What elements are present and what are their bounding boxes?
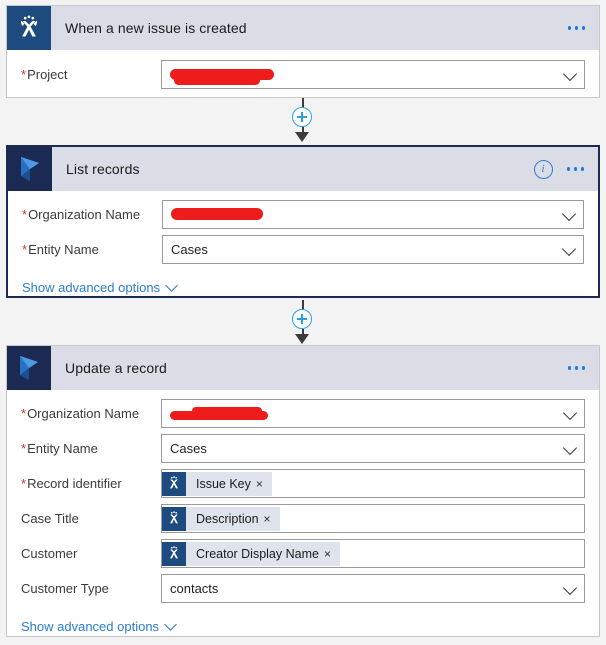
dynamic-content-token[interactable]: Creator Display Name × xyxy=(162,541,340,566)
card-menu-button[interactable] xyxy=(566,163,584,175)
token-label: Issue Key xyxy=(196,476,251,491)
required-asterisk: * xyxy=(22,207,28,222)
advanced-options-row: Show advanced options xyxy=(7,606,599,640)
case-title-input[interactable]: Description × xyxy=(161,504,585,533)
entity-name-dropdown[interactable]: Cases xyxy=(161,434,585,463)
field-row-organization-name: *Organization Name xyxy=(7,396,599,431)
dynamics365-icon xyxy=(8,147,52,191)
card-title: List records xyxy=(66,161,140,177)
card-header-update-record: Update a record xyxy=(7,346,599,390)
show-advanced-options-link[interactable]: Show advanced options xyxy=(21,619,159,634)
close-icon[interactable]: × xyxy=(264,513,280,525)
field-row-entity-name: *Entity Name Cases xyxy=(7,431,599,466)
organization-name-dropdown[interactable] xyxy=(162,200,584,229)
field-row-case-title: Case Title Description × xyxy=(7,501,599,536)
flow-canvas: When a new issue is created *Project Lis… xyxy=(0,0,606,645)
required-asterisk: * xyxy=(21,476,27,491)
flow-card-list-records[interactable]: List records i *Organization Name *Entit… xyxy=(6,145,600,298)
entity-name-value: Cases xyxy=(170,441,207,456)
field-label-case-title: Case Title xyxy=(21,511,79,526)
card-menu-button[interactable] xyxy=(567,22,585,34)
chevron-down-icon xyxy=(562,405,578,420)
card-header-actions xyxy=(567,362,600,374)
chevron-down-icon xyxy=(562,440,578,455)
entity-name-dropdown[interactable]: Cases xyxy=(162,235,584,264)
jira-icon xyxy=(162,506,186,531)
customer-type-dropdown[interactable]: contacts xyxy=(161,574,585,603)
field-label-organization-name: *Organization Name xyxy=(21,406,140,421)
field-label-entity-name: *Entity Name xyxy=(21,441,98,456)
info-icon[interactable]: i xyxy=(533,159,553,179)
organization-name-dropdown[interactable] xyxy=(161,399,585,428)
record-identifier-input[interactable]: Issue Key × xyxy=(161,469,585,498)
insert-step-button[interactable] xyxy=(292,309,312,329)
required-asterisk: * xyxy=(21,67,27,82)
flow-card-trigger[interactable]: When a new issue is created *Project xyxy=(6,5,600,98)
field-label-organization-name: *Organization Name xyxy=(22,207,141,222)
arrow-down-icon xyxy=(295,132,309,142)
card-title: Update a record xyxy=(65,360,167,376)
card-body-list-records: *Organization Name *Entity Name Cases Sh… xyxy=(8,197,598,301)
flow-card-update-record[interactable]: Update a record *Organization Name *Enti… xyxy=(6,345,600,637)
connector-1 xyxy=(0,98,606,146)
field-label-customer: Customer xyxy=(21,546,78,561)
field-row-customer-type: Customer Type contacts xyxy=(7,571,599,606)
field-label-entity-name: *Entity Name xyxy=(22,242,99,257)
entity-name-value: Cases xyxy=(171,242,208,257)
redacted-value xyxy=(170,406,270,421)
chevron-down-icon xyxy=(164,617,177,631)
connector-line xyxy=(302,329,304,336)
card-header-list-records: List records i xyxy=(8,147,598,191)
field-row-project: *Project xyxy=(7,57,599,92)
customer-input[interactable]: Creator Display Name × xyxy=(161,539,585,568)
redacted-value xyxy=(171,207,266,222)
field-row-entity-name: *Entity Name Cases xyxy=(8,232,598,267)
show-advanced-options-link[interactable]: Show advanced options xyxy=(22,280,160,295)
required-asterisk: * xyxy=(21,441,27,456)
dynamic-content-token[interactable]: Description × xyxy=(162,506,280,531)
token-label: Creator Display Name xyxy=(196,546,319,561)
jira-icon xyxy=(162,471,186,496)
advanced-options-row: Show advanced options xyxy=(8,267,598,301)
close-icon[interactable]: × xyxy=(256,478,272,490)
jira-icon xyxy=(162,541,186,566)
redacted-value xyxy=(170,68,275,85)
card-header-actions xyxy=(567,22,600,34)
field-row-record-identifier: *Record identifier Issue Key × xyxy=(7,466,599,501)
dynamic-content-token[interactable]: Issue Key × xyxy=(162,471,272,496)
field-row-customer: Customer Creator Display Name × xyxy=(7,536,599,571)
field-label-record-identifier: *Record identifier xyxy=(21,476,122,491)
card-title: When a new issue is created xyxy=(65,20,247,36)
close-icon[interactable]: × xyxy=(324,548,340,560)
card-header-actions: i xyxy=(533,159,599,179)
arrow-down-icon xyxy=(295,334,309,344)
card-body-trigger: *Project xyxy=(7,57,599,92)
connector-line xyxy=(302,127,304,134)
chevron-down-icon xyxy=(165,278,178,292)
card-body-update-record: *Organization Name *Entity Name Cases *R… xyxy=(7,396,599,640)
chevron-down-icon xyxy=(561,206,577,221)
card-menu-button[interactable] xyxy=(567,362,585,374)
project-dropdown[interactable] xyxy=(161,60,585,89)
insert-step-button[interactable] xyxy=(292,107,312,127)
token-label: Description xyxy=(196,511,259,526)
card-header-trigger: When a new issue is created xyxy=(7,6,599,50)
field-label-project: *Project xyxy=(21,67,68,82)
dynamics365-icon xyxy=(7,346,51,390)
connector-2 xyxy=(0,298,606,348)
chevron-down-icon xyxy=(562,580,578,595)
jira-icon xyxy=(7,6,51,50)
chevron-down-icon xyxy=(562,66,578,81)
customer-type-value: contacts xyxy=(170,581,219,596)
field-label-customer-type: Customer Type xyxy=(21,581,109,596)
required-asterisk: * xyxy=(22,242,28,257)
required-asterisk: * xyxy=(21,406,27,421)
field-row-organization-name: *Organization Name xyxy=(8,197,598,232)
chevron-down-icon xyxy=(561,241,577,256)
